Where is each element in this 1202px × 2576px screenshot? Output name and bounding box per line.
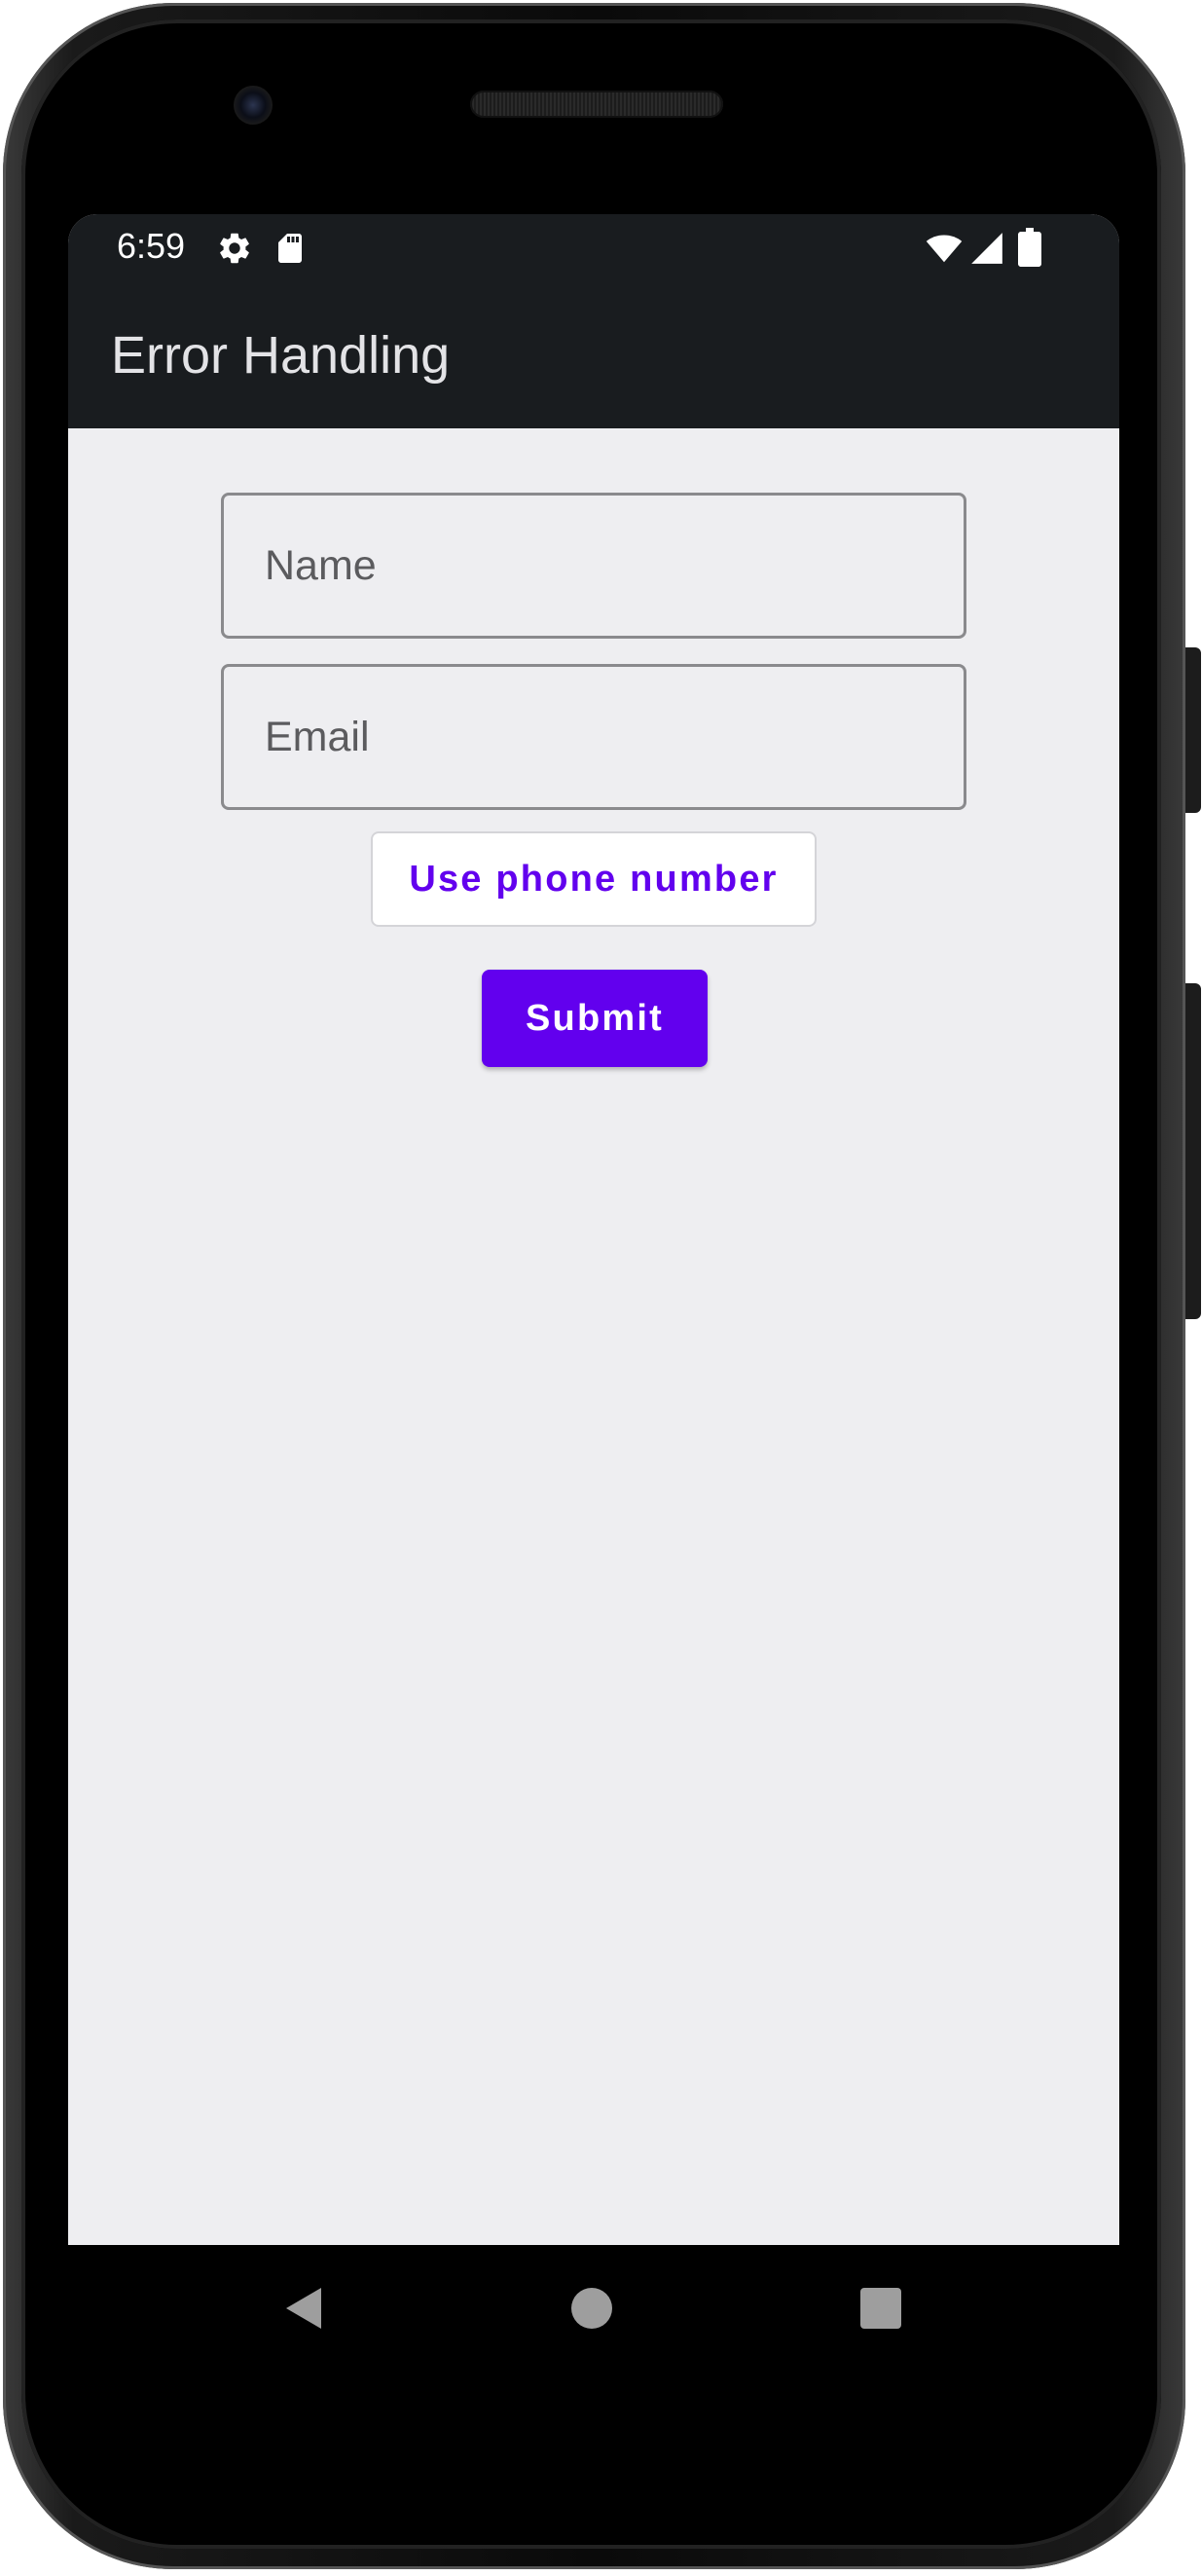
front-camera [234, 86, 273, 125]
email-input[interactable] [224, 667, 964, 807]
wifi-icon [926, 235, 963, 263]
back-icon[interactable] [284, 2286, 323, 2331]
home-icon[interactable] [571, 2288, 612, 2329]
device-screen: 6:59 Error Handling Name Email Use phone… [68, 214, 1119, 2245]
name-field[interactable] [221, 493, 966, 639]
app-title: Error Handling [111, 326, 451, 385]
volume-button [1185, 983, 1201, 1319]
sd-card-icon [278, 234, 302, 263]
submit-button[interactable]: Submit [482, 970, 708, 1067]
power-button [1185, 647, 1201, 813]
use-phone-number-label: Use phone number [409, 858, 779, 900]
submit-label: Submit [526, 997, 664, 1039]
device-frame: 6:59 Error Handling Name Email Use phone… [0, 0, 1202, 2576]
earpiece-speaker [470, 91, 723, 118]
status-bar: 6:59 [68, 214, 1119, 282]
use-phone-number-button[interactable]: Use phone number [371, 831, 817, 927]
app-bar: Error Handling [68, 282, 1119, 428]
form-content: Use phone number Submit [68, 428, 1119, 2245]
gear-icon [220, 233, 249, 264]
battery-icon [1018, 228, 1041, 267]
status-time: 6:59 [117, 226, 186, 266]
cell-signal-icon [971, 233, 1002, 264]
recents-icon[interactable] [860, 2288, 901, 2329]
navigation-bar [68, 2245, 1119, 2372]
email-field[interactable] [221, 664, 966, 810]
name-input[interactable] [224, 496, 964, 636]
